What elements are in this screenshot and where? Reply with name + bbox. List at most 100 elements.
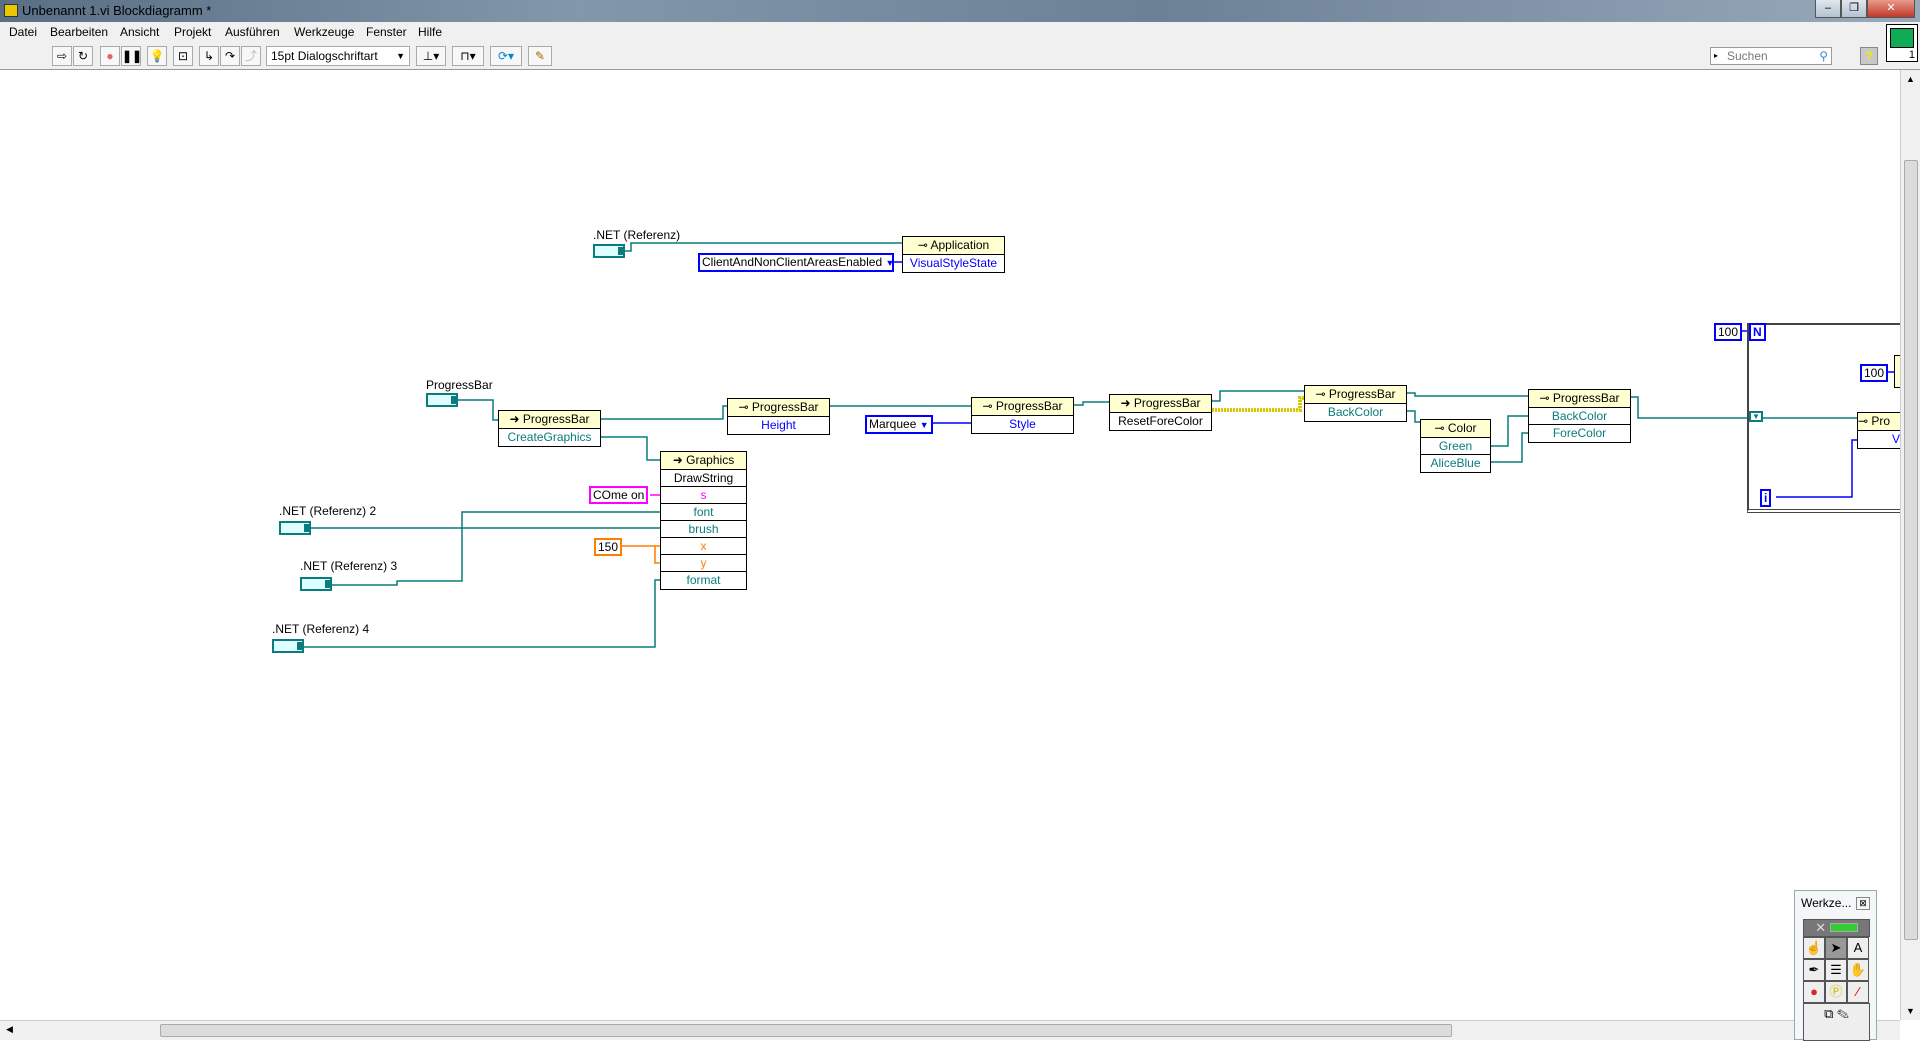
color-brush-icon[interactable]: ⧉ ✎ <box>1803 1003 1870 1041</box>
node-property[interactable]: BackColor <box>1529 408 1630 425</box>
node-class: ProgressBar <box>522 412 590 426</box>
param-font[interactable]: font <box>661 504 746 521</box>
node-class: ProgressBar <box>751 400 819 414</box>
reset-forecolor-node[interactable]: ➜ ProgressBar ResetForeColor <box>1109 394 1212 431</box>
menu-projekt[interactable]: Projekt <box>174 25 211 39</box>
node-property[interactable]: Green <box>1421 438 1490 455</box>
node-class: ProgressBar <box>1552 391 1620 405</box>
horizontal-scroll-thumb[interactable] <box>160 1024 1452 1037</box>
step-out-icon[interactable]: ⤴ <box>241 46 261 66</box>
probe-icon[interactable]: Ⓟ <box>1825 981 1847 1003</box>
param-y[interactable]: y <box>661 555 746 572</box>
scroll-down-icon[interactable]: ▼ <box>1906 1006 1915 1016</box>
param-x[interactable]: x <box>661 538 746 555</box>
param-brush[interactable]: brush <box>661 521 746 538</box>
minimize-button[interactable]: ‒ <box>1815 0 1841 18</box>
node-property[interactable]: BackColor <box>1305 404 1406 421</box>
scroll-up-icon[interactable]: ▲ <box>1906 74 1915 84</box>
param-s[interactable]: s <box>661 487 746 504</box>
create-graphics-node[interactable]: ➜ ProgressBar CreateGraphics <box>498 410 601 447</box>
node-property[interactable]: ForeColor <box>1529 425 1630 442</box>
close-button[interactable]: ✕ <box>1867 0 1915 18</box>
loop-count-constant[interactable]: 100 <box>1714 323 1743 341</box>
scroll-hand-icon[interactable]: ✋ <box>1847 959 1869 981</box>
cleanup-diagram-icon[interactable]: ✎ <box>528 46 552 66</box>
menu-hilfe[interactable]: Hilfe <box>418 25 442 39</box>
breakpoint-icon[interactable]: ● <box>1803 981 1825 1003</box>
pause-icon[interactable]: ❚❚ <box>121 46 142 66</box>
auto-tool-toggle[interactable]: ✕ <box>1803 919 1870 937</box>
step-into-icon[interactable]: ↳ <box>199 46 219 66</box>
palette-close-button[interactable]: ⊠ <box>1856 897 1870 910</box>
shortcut-menu-icon[interactable]: ☰ <box>1825 959 1847 981</box>
search-placeholder: Suchen <box>1727 49 1768 63</box>
node-method[interactable]: CreateGraphics <box>499 429 600 446</box>
node-property[interactable]: Height <box>728 417 829 434</box>
string-constant[interactable]: COme on <box>589 486 649 504</box>
number-constant[interactable]: 150 <box>594 538 623 556</box>
loop-count-terminal[interactable]: N <box>1749 323 1766 341</box>
net-ref-2-terminal[interactable] <box>279 521 311 535</box>
menu-datei[interactable]: Datei <box>9 25 37 39</box>
vertical-scrollbar[interactable]: ▲ ▼ <box>1900 70 1920 1020</box>
abort-icon[interactable]: ● <box>100 46 120 66</box>
progressbar-terminal[interactable] <box>426 393 458 407</box>
run-continuously-icon[interactable]: ↻ <box>73 46 93 66</box>
node-property[interactable]: VisualStyleState <box>903 255 1004 272</box>
color-property-node[interactable]: ⊸ Color Green AliceBlue <box>1420 419 1491 473</box>
node-method[interactable]: ResetForeColor <box>1110 413 1211 430</box>
colors-property-node[interactable]: ⊸ ProgressBar BackColor ForeColor <box>1528 389 1631 443</box>
wire-ref <box>458 399 498 421</box>
operate-hand-icon[interactable]: ☝ <box>1803 937 1825 959</box>
param-format[interactable]: format <box>661 572 746 589</box>
style-enum[interactable]: Marquee ▼ <box>865 415 933 434</box>
menu-ausfuehren[interactable]: Ausführen <box>225 25 280 39</box>
drawstring-invoke-node[interactable]: ➜ Graphics DrawString s font brush x y f… <box>660 451 747 590</box>
loop-iteration-terminal[interactable]: i <box>1760 489 1772 507</box>
menu-fenster[interactable]: Fenster <box>366 25 407 39</box>
distribute-objects-icon[interactable]: ⊓▾ <box>452 46 484 66</box>
restore-button[interactable]: ❐ <box>1841 0 1867 18</box>
scroll-left-icon[interactable]: ◀ <box>6 1024 13 1035</box>
node-property[interactable]: V <box>1858 431 1900 448</box>
align-objects-icon[interactable]: ⊥▾ <box>416 46 446 66</box>
retain-wire-values-icon[interactable]: ⊡ <box>173 46 193 66</box>
palette-title: Werkze... <box>1801 896 1852 910</box>
position-arrow-icon[interactable]: ➤ <box>1825 937 1847 959</box>
net-ref-1-terminal[interactable] <box>593 244 625 258</box>
node-property[interactable]: AliceBlue <box>1421 455 1490 472</box>
inner-constant[interactable]: 100 <box>1860 364 1889 382</box>
run-arrow-icon[interactable]: ⇨ <box>52 46 72 66</box>
node-header: ➜ ProgressBar <box>1110 395 1211 413</box>
style-property-node[interactable]: ⊸ ProgressBar Style <box>971 397 1074 434</box>
menu-ansicht[interactable]: Ansicht <box>120 25 159 39</box>
highlight-execution-icon[interactable]: 💡 <box>147 46 167 66</box>
text-tool-icon[interactable]: A <box>1847 937 1869 959</box>
shift-tunnel-icon[interactable]: ▼ <box>1749 411 1763 422</box>
inner-property-node[interactable]: ⊸ Pro V <box>1857 412 1900 449</box>
vertical-scroll-thumb[interactable] <box>1904 160 1918 940</box>
backcolor-property-node[interactable]: ⊸ ProgressBar BackColor <box>1304 385 1407 422</box>
color-picker-icon[interactable]: ⁄ <box>1847 981 1869 1003</box>
font-select[interactable]: 15pt Dialogschriftart ▼ <box>266 46 410 66</box>
vi-icon[interactable]: 1 <box>1886 24 1918 62</box>
node-header: ⊸ ProgressBar <box>728 399 829 417</box>
wiring-spool-icon[interactable]: ✒ <box>1803 959 1825 981</box>
net-ref-4-terminal[interactable] <box>272 639 304 653</box>
search-icon[interactable]: ⚲ <box>1819 48 1828 64</box>
step-over-icon[interactable]: ↷ <box>220 46 240 66</box>
application-property-node[interactable]: ⊸ Application VisualStyleState <box>902 236 1005 273</box>
reorder-icon[interactable]: ⟳▾ <box>490 46 522 66</box>
wire-ref <box>1074 401 1109 406</box>
horizontal-scrollbar[interactable]: ◀ <box>0 1020 1900 1040</box>
menu-werkzeuge[interactable]: Werkzeuge <box>294 25 354 39</box>
menu-bearbeiten[interactable]: Bearbeiten <box>50 25 108 39</box>
search-input[interactable]: ▸ Suchen ⚲ <box>1710 47 1832 65</box>
node-property[interactable]: Style <box>972 416 1073 433</box>
block-diagram-canvas[interactable]: .NET (Referenz) ProgressBar .NET (Refere… <box>0 70 1907 1020</box>
help-button[interactable]: ? <box>1860 47 1878 65</box>
visual-style-enum[interactable]: ClientAndNonClientAreasEnabled ▼ <box>698 253 894 272</box>
height-property-node[interactable]: ⊸ ProgressBar Height <box>727 398 830 435</box>
node-header: ⊸ ProgressBar <box>1305 386 1406 404</box>
net-ref-3-terminal[interactable] <box>300 577 332 591</box>
